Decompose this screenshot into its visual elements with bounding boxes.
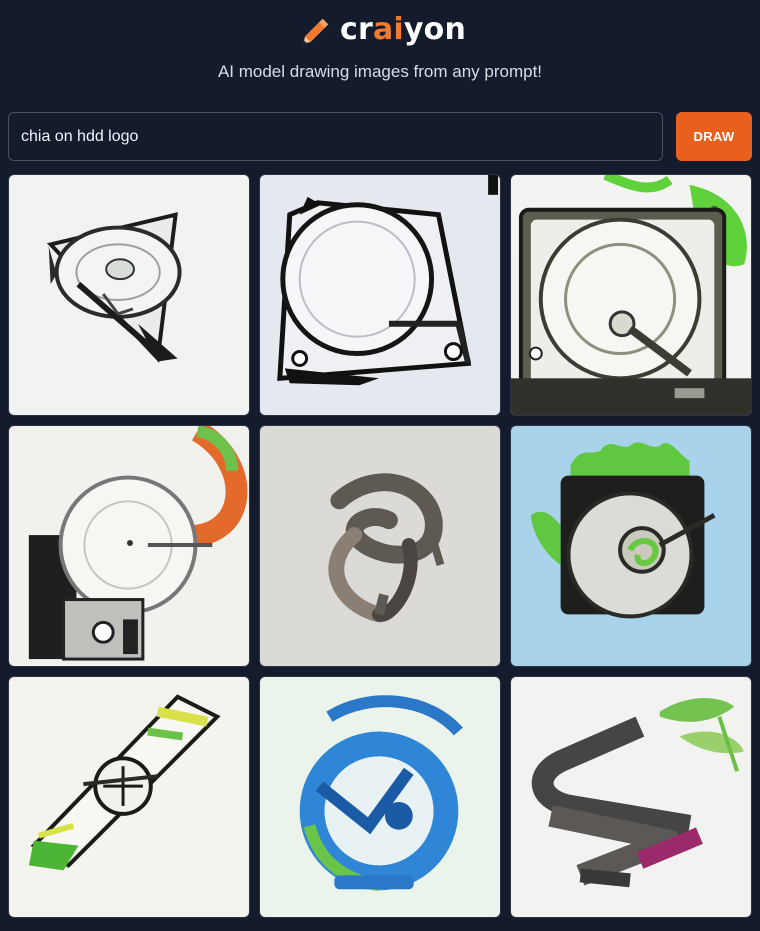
generated-image-2[interactable]: [259, 174, 501, 416]
header: craiyon AI model drawing images from any…: [0, 0, 760, 100]
brand-wordmark: craiyon: [340, 12, 467, 47]
draw-button[interactable]: DRAW: [676, 112, 752, 161]
generated-image-9[interactable]: [510, 676, 752, 918]
generated-image-5[interactable]: [259, 425, 501, 667]
generated-image-4[interactable]: [8, 425, 250, 667]
generated-image-6[interactable]: [510, 425, 752, 667]
generated-image-8[interactable]: [259, 676, 501, 918]
generated-image-3[interactable]: [510, 174, 752, 416]
generated-image-7[interactable]: [8, 676, 250, 918]
prompt-input[interactable]: [8, 112, 663, 161]
results-grid: [8, 174, 752, 918]
tagline: AI model drawing images from any prompt!: [217, 62, 543, 81]
generated-image-1[interactable]: [8, 174, 250, 416]
craiyon-logo[interactable]: craiyon: [300, 10, 466, 50]
pencil-icon: [303, 18, 329, 44]
